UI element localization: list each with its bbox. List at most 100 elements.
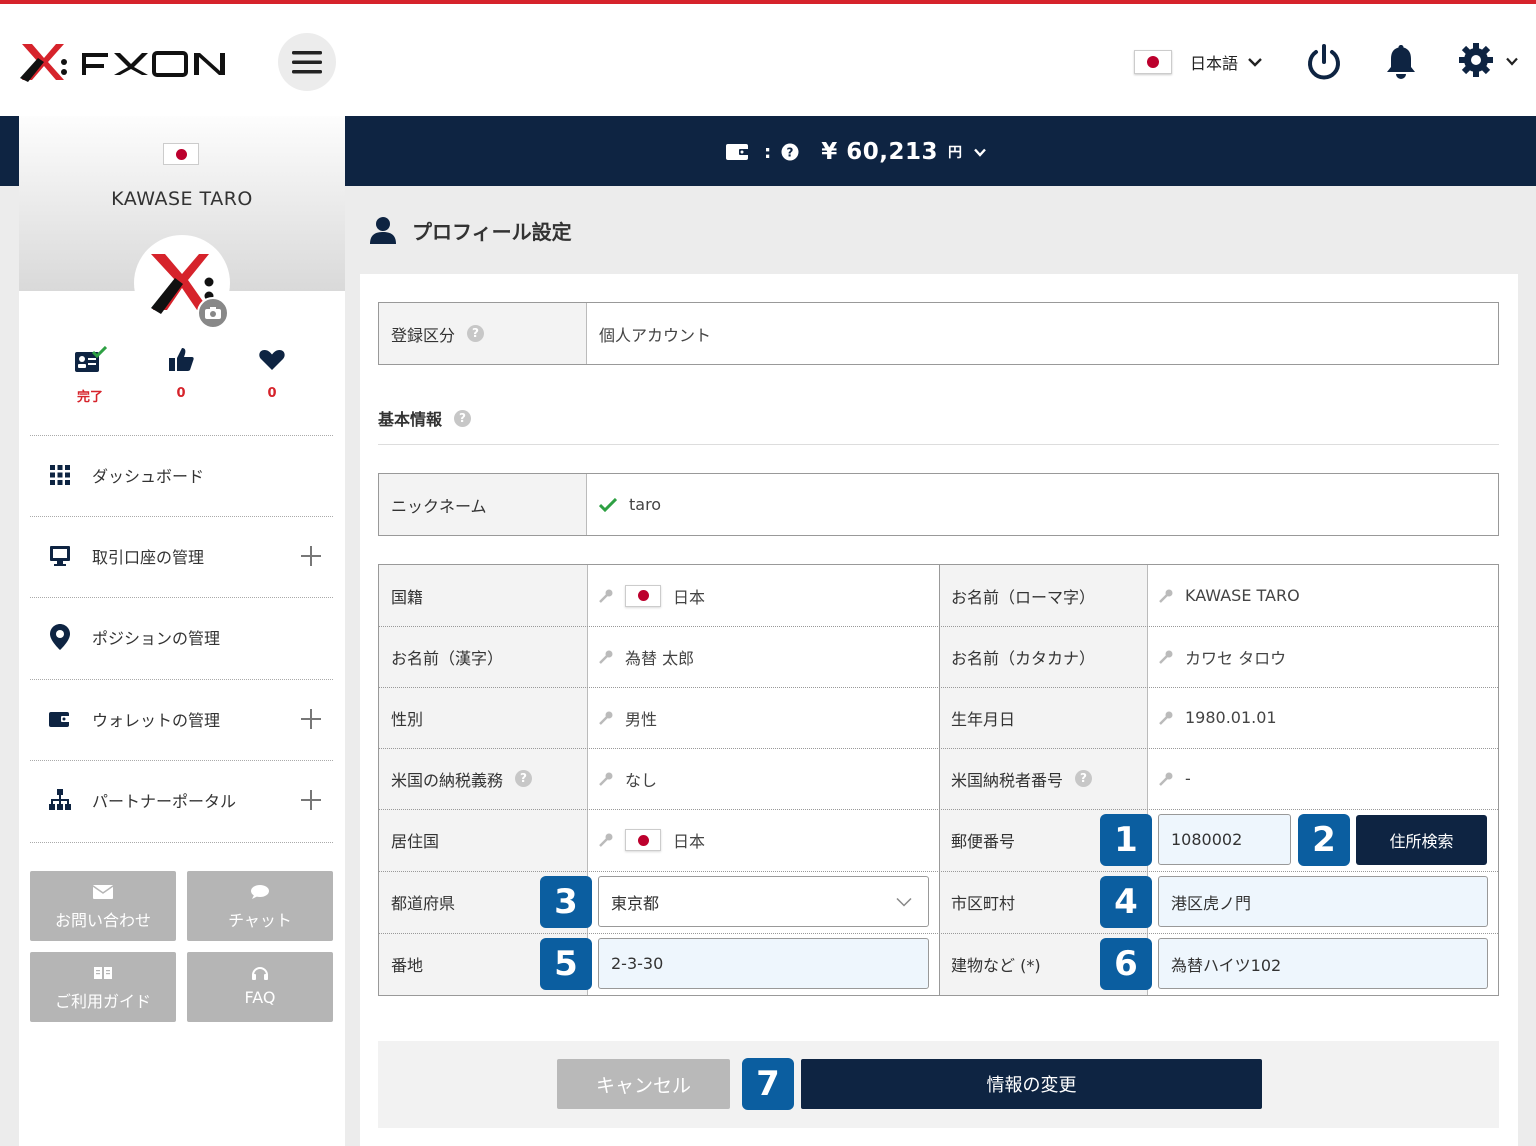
sidebar-item-partner-portal[interactable]: パートナーポータル [30,760,333,840]
wallet-icon [726,143,750,161]
user-guide-button[interactable]: ご利用ガイド [30,952,176,1022]
hamburger-icon [292,50,322,74]
sidebar-item-label: 取引口座の管理 [92,544,301,568]
page-header: プロフィール設定 [370,213,572,247]
name-roman-value-cell: KAWASE TARO [1147,565,1300,626]
contact-button[interactable]: お問い合わせ [30,871,176,941]
name-kanji-value-cell: 為替 太郎 [587,626,694,687]
help-icon[interactable]: ? [454,410,471,427]
nationality-label: 国籍 [391,565,423,626]
sidebar-item-dashboard[interactable]: ダッシュボード [30,435,333,515]
us-tin-value-cell: - [1147,748,1191,809]
id-card-check-icon [73,346,107,374]
divider [378,444,1499,445]
fxon-logo[interactable] [18,38,238,84]
user-name: KAWASE TARO [19,188,345,210]
menu-button[interactable] [278,33,336,91]
help-icon[interactable]: ? [781,143,799,161]
us-tax-label-cell: 米国の納税義務 ? [391,748,532,809]
wallet-balance[interactable]: : ? ¥ 60,213 円 [726,135,986,169]
key-icon [1159,772,1173,786]
row-divider [379,748,1498,749]
row-divider [379,626,1498,627]
street-input[interactable]: 2-3-30 [598,938,929,989]
button-label: FAQ [187,988,333,1007]
nickname-label: ニックネーム [379,474,587,535]
expand-plus-icon[interactable] [301,709,321,729]
city-input[interactable]: 港区虎ノ門 [1158,876,1488,927]
step-badge: 4 [1100,876,1152,928]
help-icon[interactable]: ? [515,770,532,787]
key-icon [599,711,613,725]
faq-button[interactable]: FAQ [187,952,333,1022]
chevron-down-icon [974,148,986,157]
city-value: 港区虎ノ門 [1171,890,1251,914]
chat-button[interactable]: チャット [187,871,333,941]
sidebar-item-trading-accounts[interactable]: 取引口座の管理 [30,516,333,596]
language-selector[interactable]: 日本語 [1134,48,1262,76]
row-divider [379,809,1498,810]
registration-row: 登録区分 ? 個人アカウント [378,302,1499,365]
step-badge: 6 [1100,938,1152,990]
us-tin-label-cell: 米国納税者番号 ? [951,748,1092,809]
street-value: 2-3-30 [611,954,663,973]
step-badge: 3 [540,876,592,928]
street-label: 番地 [391,933,423,995]
building-value: 為替ハイツ102 [1171,952,1281,976]
name-kana-value-cell: カワセ タロウ [1147,626,1286,687]
sidebar-item-wallet[interactable]: ウォレットの管理 [30,679,333,759]
birth-value-cell: 1980.01.01 [1147,687,1277,748]
japan-flag-icon [625,585,661,607]
update-info-button[interactable]: 情報の変更 [801,1059,1262,1109]
stat-value: 0 [247,386,297,401]
sidebar-item-positions[interactable]: ポジションの管理 [30,597,333,677]
key-icon [1159,589,1173,603]
stat-favorites[interactable]: 0 [247,346,297,401]
nickname-value-cell: taro [587,474,1498,535]
camera-icon[interactable] [197,297,229,329]
japan-flag-icon [1134,50,1172,74]
name-kana-value: カワセ タロウ [1185,645,1286,669]
monitor-icon [48,544,72,568]
stat-verification[interactable]: 完了 [65,346,115,405]
postal-code-input[interactable]: 1080002 [1158,814,1291,865]
stat-likes[interactable]: 0 [156,346,206,401]
key-icon [599,589,613,603]
help-icon[interactable]: ? [1075,770,1092,787]
us-tin-label: 米国納税者番号 [951,767,1063,791]
row-divider [379,687,1498,688]
prefecture-select[interactable]: 東京都 [598,876,929,927]
button-label: ご利用ガイド [30,988,176,1012]
expand-plus-icon[interactable] [301,546,321,566]
bell-icon[interactable] [1381,42,1421,82]
chevron-down-icon [896,897,912,907]
header: 日本語 [0,4,1536,116]
cancel-button[interactable]: キャンセル [557,1059,730,1109]
expand-plus-icon[interactable] [301,790,321,810]
row-divider [379,933,1498,934]
prefecture-value: 東京都 [611,890,659,914]
envelope-icon [93,884,113,900]
chevron-down-icon [1248,57,1262,67]
step-badge: 1 [1100,814,1152,866]
building-input[interactable]: 為替ハイツ102 [1158,938,1488,989]
address-search-button[interactable]: 住所検索 [1356,815,1487,865]
gender-label: 性別 [391,687,423,748]
nickname-value: taro [629,495,661,514]
birth-value: 1980.01.01 [1185,708,1277,727]
us-tin-value: - [1185,769,1191,788]
power-icon[interactable] [1304,42,1344,82]
residence-value-cell: 日本 [587,809,705,871]
settings-menu[interactable] [1456,40,1522,84]
birth-label: 生年月日 [951,687,1015,748]
stat-value: 0 [156,386,206,401]
heart-icon [258,346,286,374]
svg-text:?: ? [787,146,794,160]
button-label: お問い合わせ [30,907,176,931]
sidebar-item-label: ダッシュボード [92,463,333,487]
registration-label-cell: 登録区分 ? [379,303,587,364]
language-label: 日本語 [1190,50,1238,74]
section-title: 基本情報 [378,406,442,430]
headset-icon [250,965,270,981]
help-icon[interactable]: ? [467,325,484,342]
